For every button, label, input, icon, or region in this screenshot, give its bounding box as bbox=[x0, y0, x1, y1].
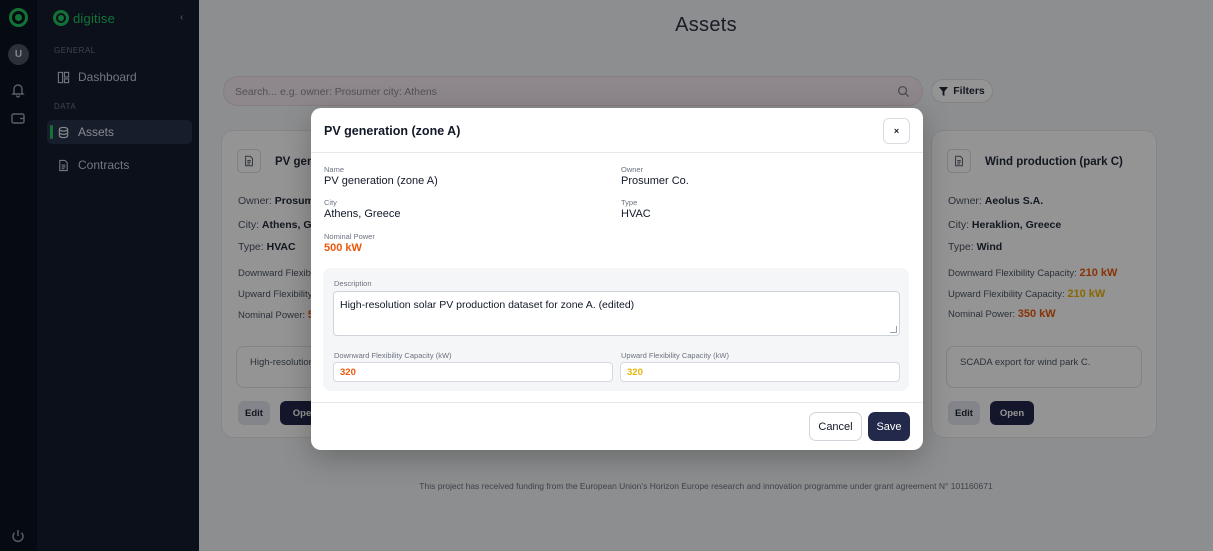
modal-header-divider bbox=[311, 152, 923, 153]
resize-handle-icon[interactable] bbox=[890, 326, 897, 333]
description-textarea[interactable]: High-resolution solar PV production data… bbox=[333, 291, 900, 336]
downward-flex-label: Downward Flexibility Capacity (kW) bbox=[334, 351, 452, 360]
nominal-power-value: 500 kW bbox=[324, 242, 362, 254]
name-label: Name bbox=[324, 165, 345, 174]
edit-asset-modal: PV generation (zone A) × Name PV generat… bbox=[311, 108, 923, 450]
close-icon[interactable]: × bbox=[883, 118, 910, 144]
cancel-button[interactable]: Cancel bbox=[809, 412, 862, 441]
save-button[interactable]: Save bbox=[868, 412, 910, 441]
description-text: High-resolution solar PV production data… bbox=[340, 299, 635, 311]
upward-flex-label: Upward Flexibility Capacity (kW) bbox=[621, 351, 729, 360]
nominal-power-label: Nominal Power bbox=[324, 232, 375, 241]
modal-title: PV generation (zone A) bbox=[324, 124, 461, 138]
owner-value: Prosumer Co. bbox=[621, 175, 689, 187]
modal-footer-divider bbox=[311, 402, 923, 403]
type-label: Type bbox=[621, 198, 638, 207]
description-label: Description bbox=[334, 279, 372, 288]
owner-label: Owner bbox=[621, 165, 644, 174]
city-value: Athens, Greece bbox=[324, 208, 401, 220]
name-value: PV generation (zone A) bbox=[324, 175, 438, 187]
city-label: City bbox=[324, 198, 337, 207]
downward-flex-input[interactable]: 320 bbox=[333, 362, 613, 382]
type-value: HVAC bbox=[621, 208, 651, 220]
upward-flex-input[interactable]: 320 bbox=[620, 362, 900, 382]
